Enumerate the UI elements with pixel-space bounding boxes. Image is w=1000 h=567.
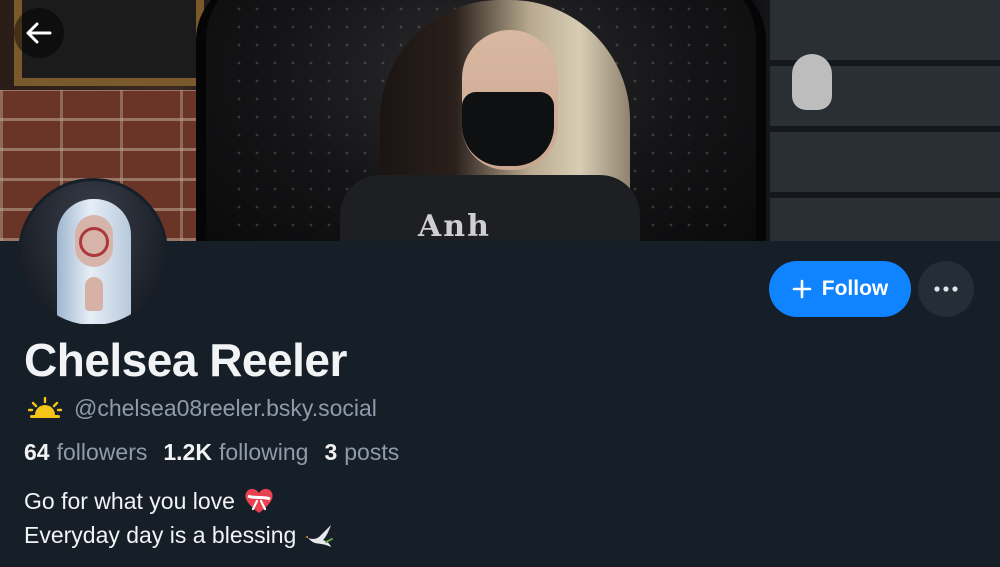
banner-shelves <box>770 0 1000 241</box>
back-arrow-icon <box>26 22 52 44</box>
bio-line-1: Go for what you love <box>24 488 235 514</box>
dove-icon <box>305 525 334 547</box>
following-label[interactable]: following <box>219 439 309 466</box>
back-button[interactable] <box>14 8 64 58</box>
profile-bio: Go for what you love Everyday day is a b… <box>24 484 336 552</box>
avatar-face-paint <box>79 227 109 257</box>
banner-face-mask <box>462 92 554 166</box>
ellipsis-icon <box>934 286 958 292</box>
display-name: Chelsea Reeler <box>24 334 347 386</box>
posts-count: 3 <box>324 438 338 465</box>
handle-row: @chelsea08reeler.bsky.social <box>28 392 377 424</box>
profile-stats: 64 followers 1.2K following 3 posts <box>24 436 415 468</box>
bio-line: Go for what you love <box>24 484 336 518</box>
avatar-hands <box>85 277 103 311</box>
profile-page: Anh Follow Chelsea Reeler @chelsea08reel… <box>0 0 1000 567</box>
posts-label: posts <box>344 438 400 465</box>
following-count[interactable]: 1.2K <box>163 439 212 466</box>
sunrise-icon <box>28 397 62 418</box>
followers-count[interactable]: 64 <box>24 439 50 466</box>
plus-icon <box>792 279 812 299</box>
more-options-button[interactable] <box>918 261 974 317</box>
bio-line-2: Everyday day is a blessing <box>24 522 297 548</box>
banner-skull <box>792 54 832 110</box>
heart-with-ribbon-icon <box>245 488 273 513</box>
follow-button-label: Follow <box>821 277 889 300</box>
follow-button[interactable]: Follow <box>769 261 911 317</box>
banner-shirt-print: Anh <box>418 209 491 242</box>
followers-label[interactable]: followers <box>57 439 148 466</box>
handle[interactable]: @chelsea08reeler.bsky.social <box>74 395 377 422</box>
bio-line: Everyday day is a blessing <box>24 518 336 552</box>
avatar[interactable] <box>18 178 168 328</box>
